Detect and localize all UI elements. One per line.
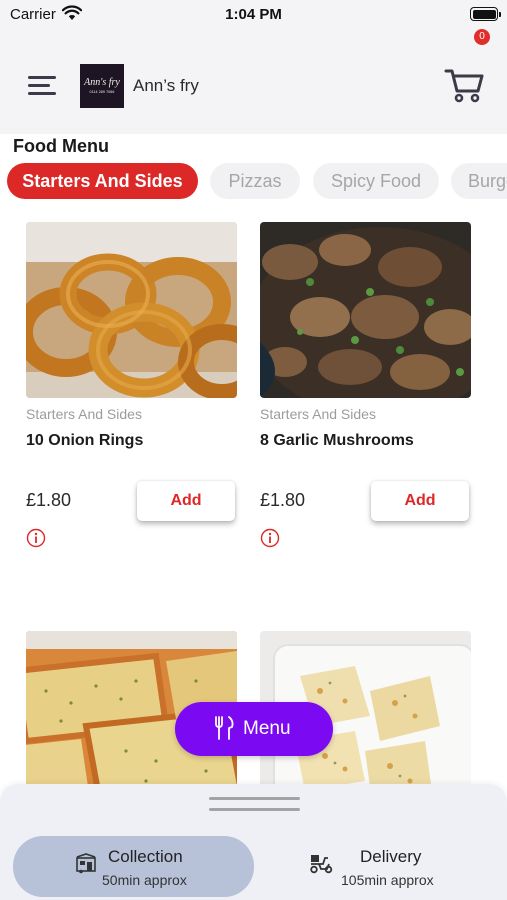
product-image-onion-rings: [26, 222, 237, 398]
category-tab-spicy-food[interactable]: Spicy Food: [313, 163, 439, 199]
battery-icon: [470, 7, 501, 21]
product-category: Starters And Sides: [260, 406, 376, 422]
fork-spoon-icon: [215, 716, 234, 740]
category-tab-pizzas[interactable]: Pizzas: [210, 163, 300, 199]
shop-name: Ann’s fry: [133, 76, 199, 95]
category-tabs: Starters And Sides Pizzas Spicy Food Bur…: [0, 163, 507, 199]
product-category: Starters And Sides: [26, 406, 142, 422]
page-title: Food Menu: [13, 136, 109, 156]
menu-button-label: Menu: [243, 718, 291, 739]
order-type-sheet: Collection 50min approx Delivery 105min …: [0, 784, 507, 900]
menu-button[interactable]: Menu: [175, 702, 333, 756]
logo-text: Ann's fry: [84, 77, 120, 88]
product-card[interactable]: Starters And Sides 10 Onion Rings £1.80 …: [26, 222, 237, 552]
collection-time: 50min approx: [102, 872, 187, 888]
collection-option[interactable]: Collection 50min approx: [13, 836, 254, 897]
product-card[interactable]: Starters And Sides 8 Garlic Mushrooms £1…: [260, 222, 471, 552]
hamburger-icon[interactable]: [28, 76, 58, 98]
takeaway-shop-icon: [76, 853, 96, 874]
delivery-title: Delivery: [360, 847, 422, 866]
info-icon[interactable]: [260, 528, 280, 548]
product-name: 10 Onion Rings: [26, 432, 144, 449]
app-screen: Carrier 1:04 PM Ann's fry 0114 289 7066 …: [0, 0, 507, 900]
add-button[interactable]: Add: [137, 481, 235, 521]
product-name: 8 Garlic Mushrooms: [260, 432, 414, 449]
app-header: Ann's fry 0114 289 7066 Ann’s fry: [0, 30, 507, 134]
delivery-option[interactable]: Delivery 105min approx: [264, 836, 500, 897]
delivery-time: 105min approx: [341, 872, 434, 888]
sheet-handle[interactable]: [209, 797, 300, 800]
product-price: £1.80: [260, 490, 306, 510]
info-icon[interactable]: [26, 528, 46, 548]
logo-subtext: 0114 289 7066: [89, 90, 115, 94]
status-bar: Carrier 1:04 PM: [0, 0, 507, 30]
collection-title: Collection: [108, 847, 183, 866]
cart-icon[interactable]: [444, 64, 486, 104]
clock: 1:04 PM: [225, 6, 282, 23]
add-button[interactable]: Add: [371, 481, 469, 521]
category-tab-starters[interactable]: Starters And Sides: [7, 163, 198, 199]
product-price: £1.80: [26, 490, 72, 510]
delivery-scooter-icon: [310, 855, 333, 874]
shop-logo: Ann's fry 0114 289 7066: [80, 64, 124, 108]
sheet-handle[interactable]: [209, 808, 300, 811]
cart-count-badge: 0: [474, 29, 490, 45]
product-image-garlic-mushrooms: [260, 222, 471, 398]
category-tab-burgers[interactable]: Burgers: [451, 163, 507, 199]
